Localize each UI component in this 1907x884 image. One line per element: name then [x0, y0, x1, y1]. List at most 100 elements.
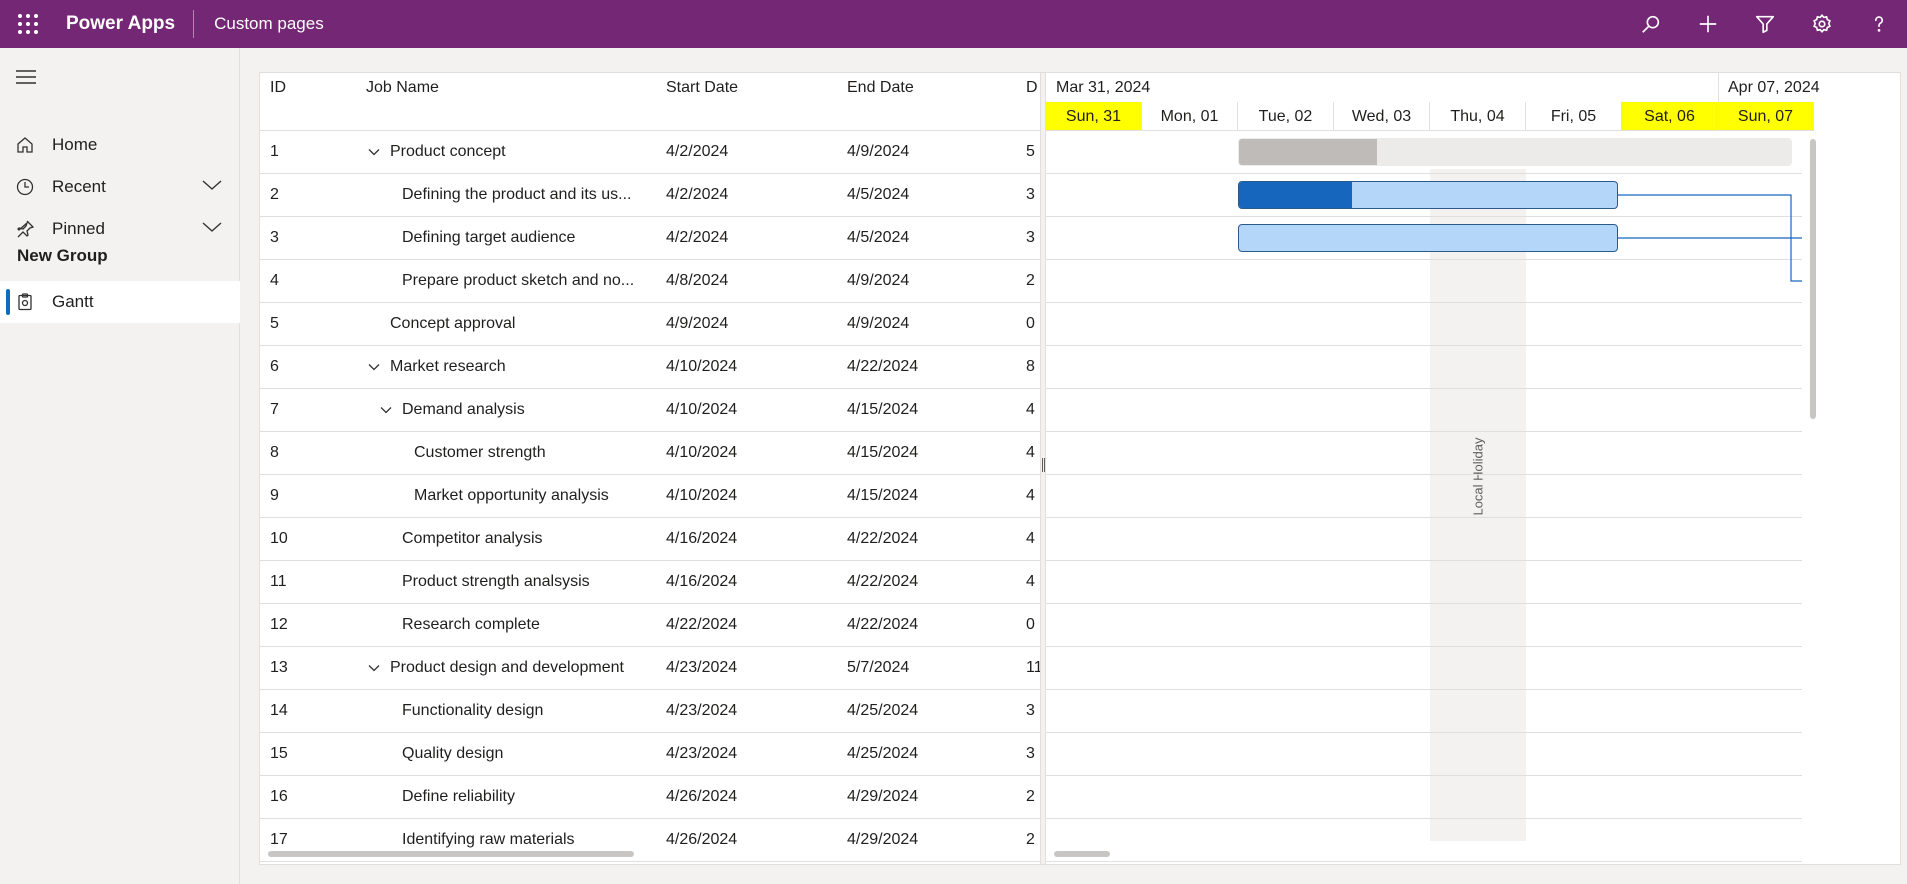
app-title[interactable]: Power Apps [56, 13, 193, 35]
cell-duration: 11 [1026, 659, 1040, 676]
cell-id: 8 [270, 444, 279, 461]
toolbar-icons [1622, 0, 1907, 48]
filter-button[interactable] [1736, 0, 1793, 48]
table-row[interactable]: 11 Product strength analsysis 4/16/2024 4/2… [260, 561, 1040, 604]
cell-start-date: 4/10/2024 [666, 444, 738, 461]
cell-duration: 5 [1026, 143, 1035, 160]
cell-job-name: Prepare product sketch and no... [402, 272, 635, 289]
cell-start-date: 4/22/2024 [666, 616, 738, 633]
cell-duration: 4 [1026, 487, 1035, 504]
add-button[interactable] [1679, 0, 1736, 48]
sidebar-item-gantt[interactable]: Gantt [0, 281, 240, 323]
clock-icon [16, 178, 36, 196]
column-header-duration[interactable]: D [1026, 79, 1038, 97]
add-icon [1699, 15, 1716, 33]
cell-id: 15 [270, 745, 288, 762]
sidebar-item-home[interactable]: Home [0, 124, 240, 166]
chart-row [1046, 604, 1802, 647]
cell-start-date: 4/23/2024 [666, 659, 738, 676]
table-row[interactable]: 7 Demand analysis 4/10/2024 4/15/2024 4 [260, 389, 1040, 432]
table-row[interactable]: 15 Quality design 4/23/2024 4/25/2024 3 [260, 733, 1040, 776]
column-header-job-name[interactable]: Job Name [366, 79, 439, 97]
grid-horizontal-scrollbar[interactable] [268, 851, 634, 857]
cell-duration: 4 [1026, 401, 1035, 418]
sidebar-item-label: Pinned [52, 219, 105, 238]
cell-job-name: Functionality design [402, 702, 544, 719]
cell-duration: 3 [1026, 229, 1035, 246]
sidebar-item-pinned[interactable]: Pinned [0, 208, 240, 250]
column-header-end-date[interactable]: End Date [847, 79, 914, 97]
cell-id: 17 [270, 831, 288, 848]
table-row[interactable]: 13 Product design and development 4/23/202… [260, 647, 1040, 690]
hamburger-icon[interactable] [16, 70, 36, 84]
chevron-down-icon[interactable] [202, 221, 222, 233]
chart-vertical-scrollbar[interactable] [1810, 139, 1816, 419]
cell-duration: 3 [1026, 702, 1035, 719]
table-row[interactable]: 6 Market research 4/10/2024 4/22/2024 8 [260, 346, 1040, 389]
table-row[interactable]: 5 Concept approval 4/9/2024 4/9/2024 0 [260, 303, 1040, 346]
sidebar: Home Recent Pinned New Group Gantt [0, 48, 240, 884]
column-header-id[interactable]: ID [270, 79, 286, 97]
sidebar-item-label: Recent [52, 177, 106, 196]
cell-id: 9 [270, 487, 279, 504]
cell-end-date: 4/29/2024 [847, 831, 919, 848]
table-row[interactable]: 10 Competitor analysis 4/16/2024 4/22/2024 4 [260, 518, 1040, 561]
cell-end-date: 4/25/2024 [847, 702, 919, 719]
app-launcher-button[interactable] [0, 0, 56, 48]
filter-icon [1755, 15, 1774, 34]
cell-job-name: Product strength analsysis [402, 573, 590, 590]
table-row[interactable]: 8 Customer strength 4/10/2024 4/15/2024 4 [260, 432, 1040, 475]
chevron-down-icon[interactable] [368, 147, 380, 157]
help-button[interactable] [1850, 0, 1907, 48]
cell-job-name: Identifying raw materials [402, 831, 575, 848]
column-header-start-date[interactable]: Start Date [666, 79, 738, 97]
settings-button[interactable] [1793, 0, 1850, 48]
table-row[interactable]: 1 Product concept 4/2/2024 4/9/2024 5 [260, 131, 1040, 174]
chevron-down-icon[interactable] [380, 405, 392, 415]
cell-duration: 4 [1026, 573, 1035, 590]
cell-start-date: 4/2/2024 [666, 143, 729, 160]
cell-duration: 2 [1026, 831, 1035, 848]
sidebar-item-recent[interactable]: Recent [0, 166, 240, 208]
chart-horizontal-scrollbar[interactable] [1054, 851, 1110, 857]
table-row[interactable]: 3 Defining target audience 4/2/2024 4/5/202… [260, 217, 1040, 260]
table-row[interactable]: 16 Define reliability 4/26/2024 4/29/2024 2 [260, 776, 1040, 819]
cell-end-date: 4/29/2024 [847, 788, 919, 805]
chart-row [1046, 518, 1802, 561]
cell-id: 14 [270, 702, 288, 719]
cell-job-name: Quality design [402, 745, 504, 762]
cell-duration: 8 [1026, 358, 1035, 375]
chevron-down-icon[interactable] [368, 362, 380, 372]
table-row[interactable]: 14 Functionality design 4/23/2024 4/25/2024… [260, 690, 1040, 733]
cell-id: 1 [270, 143, 279, 160]
pin-icon [16, 220, 36, 238]
cell-job-name: Market research [390, 358, 506, 375]
clipboard-icon [16, 293, 36, 311]
page-name: Custom pages [214, 14, 324, 33]
cell-job-name: Competitor analysis [402, 530, 543, 547]
search-button[interactable] [1622, 0, 1679, 48]
cell-id: 5 [270, 315, 279, 332]
waffle-icon [18, 14, 38, 34]
table-row[interactable]: 2 Defining the product and its us... 4/2/2… [260, 174, 1040, 217]
cell-end-date: 4/22/2024 [847, 616, 919, 633]
chevron-down-icon[interactable] [202, 179, 222, 191]
sidebar-item-label: Gantt [52, 292, 94, 311]
grid-header: ID Job Name Start Date End Date D [260, 73, 1040, 131]
cell-duration: 4 [1026, 530, 1035, 547]
cell-end-date: 4/25/2024 [847, 745, 919, 762]
cell-start-date: 4/2/2024 [666, 229, 729, 246]
task-grid: ID Job Name Start Date End Date D 1 Produ… [260, 73, 1040, 864]
cell-job-name: Define reliability [402, 788, 515, 805]
table-row[interactable]: 4 Prepare product sketch and no... 4/8/202… [260, 260, 1040, 303]
table-row[interactable]: 9 Market opportunity analysis 4/10/2024 4/1… [260, 475, 1040, 518]
chevron-down-icon[interactable] [368, 663, 380, 673]
cell-job-name: Product design and development [390, 659, 624, 676]
cell-start-date: 4/26/2024 [666, 831, 738, 848]
cell-end-date: 4/15/2024 [847, 487, 919, 504]
chart-row [1046, 475, 1802, 518]
cell-job-name: Defining target audience [402, 229, 576, 246]
cell-duration: 0 [1026, 315, 1035, 332]
table-row[interactable]: 12 Research complete 4/22/2024 4/22/2024 0 [260, 604, 1040, 647]
cell-end-date: 4/9/2024 [847, 143, 910, 160]
